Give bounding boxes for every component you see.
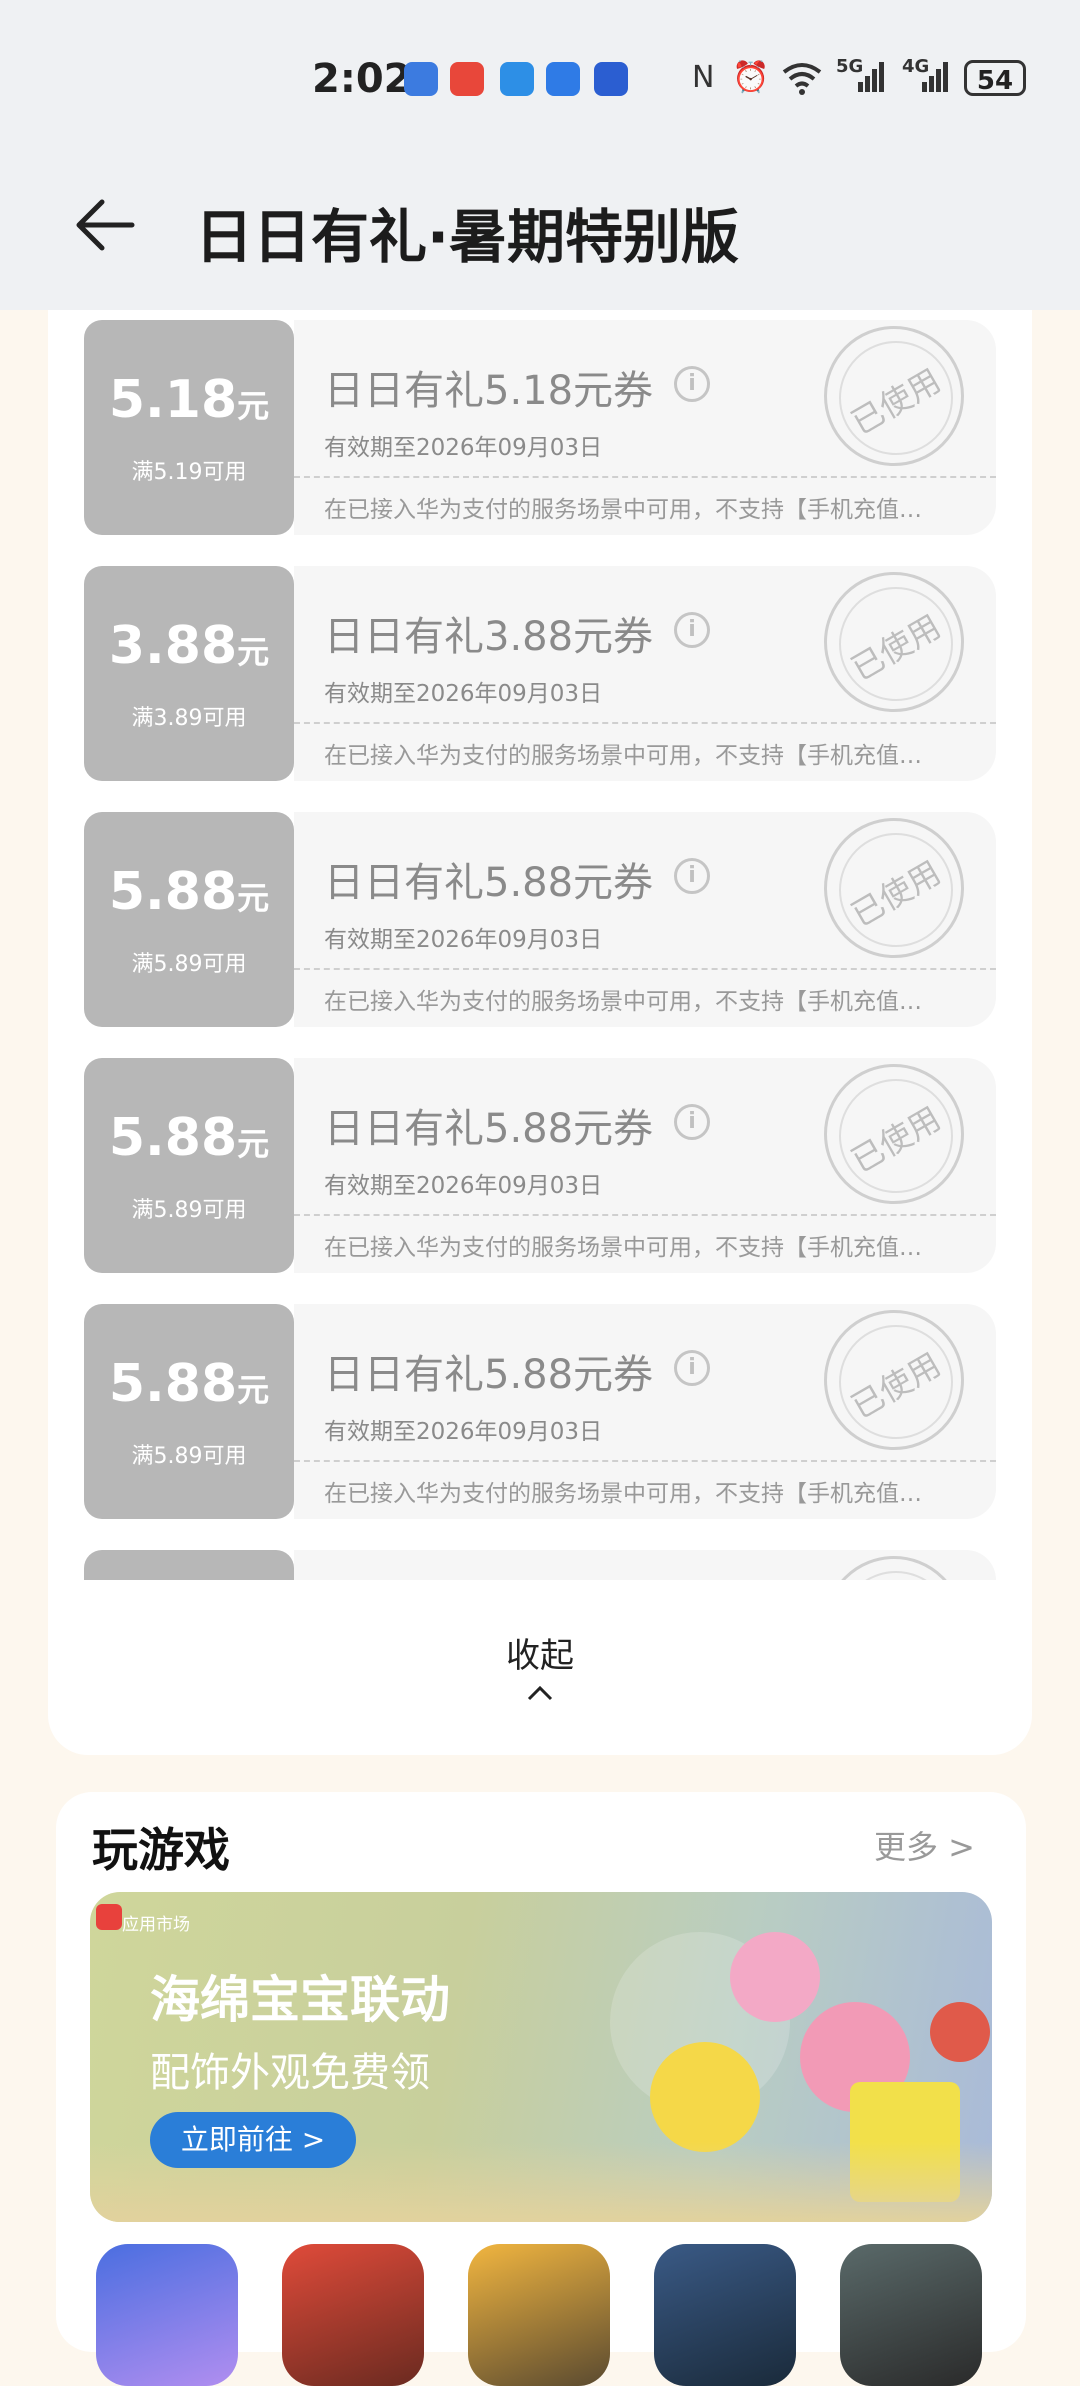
coupon-amount: 3.88元 [108,616,270,676]
coupon-item[interactable]: 5.88元 满5.89可用 日日有礼5.88元券 i 有效期至2026年09月0… [84,1304,996,1519]
coupon-amount-panel: 5.18元 满5.19可用 [84,320,294,535]
coupon-condition: 满5.89可用 [131,952,247,977]
honor-of-kings-game-icon[interactable] [282,2244,424,2386]
used-stamp: 已使用 [824,1310,964,1450]
signal-5g-bars-icon [858,60,886,100]
chevron-up-icon[interactable] [527,1685,553,1701]
notification-message-icon [500,62,534,96]
coupon-amount-panel: 3.88元 满3.89可用 [84,566,294,781]
info-icon[interactable]: i [674,858,710,894]
coupon-name: 日日有礼5.18元券 [324,368,654,414]
collapse-button[interactable]: 收起 [0,1628,1080,1677]
coupon-amount-panel [84,1550,294,1580]
app-store-label: 应用市场 [122,1915,190,1935]
character-art [650,2042,760,2152]
coupon-name: 日日有礼3.88元券 [324,614,654,660]
used-stamp: 已使用 [824,818,964,958]
battery-indicator: 54 [964,60,1026,96]
promo-banner[interactable]: 应用市场 海绵宝宝联动 配饰外观免费领 立即前往 > [90,1892,992,2222]
coupon-condition: 满5.19可用 [131,460,247,485]
status-bar: 2:02 N ⏰ 5G 4G 54 [0,52,1080,108]
coupon-condition: 满5.89可用 [131,1444,247,1469]
divider [294,1460,996,1462]
coupon-amount: 5.88元 [108,1108,270,1168]
games-title: 玩游戏 [92,1823,230,1877]
used-stamp: 已使用 [824,1064,964,1204]
coupon-detail: 日日有礼5.88元券 i 有效期至2026年09月03日 在已接入华为支付的服务… [294,1304,996,1519]
notification-app-icon [450,62,484,96]
egg-party-game-icon[interactable] [96,2244,238,2386]
nfc-icon: N [692,60,715,95]
games-more-link[interactable]: 更多 > [874,1822,975,1868]
banner-headline: 海绵宝宝联动 [150,1971,450,2029]
app-store-logo-icon [96,1904,122,1930]
coupon-detail [294,1550,996,1580]
coupon-expiry: 有效期至2026年09月03日 [324,1419,603,1445]
coupon-detail: 日日有礼3.88元券 i 有效期至2026年09月03日 在已接入华为支付的服务… [294,566,996,781]
coupon-name: 日日有礼5.88元券 [324,1352,654,1398]
used-stamp [824,1556,964,1580]
notification-upload-icon [546,62,580,96]
banner-subline: 配饰外观免费领 [150,2050,430,2096]
banner-cta-button[interactable]: 立即前往 > [150,2112,356,2168]
coupon-item[interactable]: 3.88元 满3.89可用 日日有礼3.88元券 i 有效期至2026年09月0… [84,566,996,781]
coupon-description: 在已接入华为支付的服务场景中可用，不支持【手机充值… [324,1235,922,1261]
peacekeeper-elite-game-icon[interactable] [468,2244,610,2386]
info-icon[interactable]: i [674,612,710,648]
coupon-expiry: 有效期至2026年09月03日 [324,927,603,953]
character-art [730,1932,820,2022]
divider [294,722,996,724]
divider [294,1214,996,1216]
used-stamp: 已使用 [824,572,964,712]
coupon-amount: 5.18元 [108,370,270,430]
notification-clock-icon [404,62,438,96]
coupon-description: 在已接入华为支付的服务场景中可用，不支持【手机充值… [324,497,922,523]
coupon-item[interactable]: 5.18元 满5.19可用 日日有礼5.18元券 i 有效期至2026年09月0… [84,320,996,535]
info-icon[interactable]: i [674,366,710,402]
wifi-icon [780,60,824,104]
coupon-name: 日日有礼5.88元券 [324,1106,654,1152]
status-time: 2:02 [312,56,412,102]
top-bar: 2:02 N ⏰ 5G 4G 54 日日有礼·暑期特别版 [0,0,1080,310]
coupon-item[interactable]: 5.88元 满5.89可用 日日有礼5.88元券 i 有效期至2026年09月0… [84,812,996,1027]
coupon-detail: 日日有礼5.88元券 i 有效期至2026年09月03日 在已接入华为支付的服务… [294,1058,996,1273]
coupon-amount-panel: 5.88元 满5.89可用 [84,1058,294,1273]
alarm-icon: ⏰ [732,60,770,95]
coupon-description: 在已接入华为支付的服务场景中可用，不支持【手机充值… [324,743,922,769]
character-art [930,2002,990,2062]
page-title: 日日有礼·暑期特别版 [195,203,740,271]
coupon-expiry: 有效期至2026年09月03日 [324,681,603,707]
signal-4g-bars-icon [922,60,950,100]
coupon-list: 5.18元 满5.19可用 日日有礼5.18元券 i 有效期至2026年09月0… [0,310,1080,1580]
coupon-expiry: 有效期至2026年09月03日 [324,1173,603,1199]
coupon-condition: 满3.89可用 [131,706,247,731]
info-icon[interactable]: i [674,1350,710,1386]
info-icon[interactable]: i [674,1104,710,1140]
used-stamp: 已使用 [824,326,964,466]
coupon-amount-panel: 5.88元 满5.89可用 [84,812,294,1027]
divider [294,476,996,478]
coupon-item-partial[interactable] [84,1550,996,1580]
notification-hand-icon [594,62,628,96]
coupon-condition: 满5.89可用 [131,1198,247,1223]
coupon-detail: 日日有礼5.18元券 i 有效期至2026年09月03日 在已接入华为支付的服务… [294,320,996,535]
coupon-name: 日日有礼5.88元券 [324,860,654,906]
coupon-amount: 5.88元 [108,1354,270,1414]
coupon-detail: 日日有礼5.88元券 i 有效期至2026年09月03日 在已接入华为支付的服务… [294,812,996,1027]
coupon-description: 在已接入华为支付的服务场景中可用，不支持【手机充值… [324,989,922,1015]
back-arrow-icon[interactable] [70,190,140,260]
coupon-expiry: 有效期至2026年09月03日 [324,435,603,461]
coupon-description: 在已接入华为支付的服务场景中可用，不支持【手机充值… [324,1481,922,1507]
delta-force-game-icon[interactable] [840,2244,982,2386]
divider [294,968,996,970]
coupon-amount-panel: 5.88元 满5.89可用 [84,1304,294,1519]
coupon-amount: 5.88元 [108,862,270,922]
games-section: 玩游戏 更多 > 应用市场 海绵宝宝联动 配饰外观免费领 立即前往 > [56,1792,1026,2386]
identity-v-game-icon[interactable] [654,2244,796,2386]
coupon-item[interactable]: 5.88元 满5.89可用 日日有礼5.88元券 i 有效期至2026年09月0… [84,1058,996,1273]
